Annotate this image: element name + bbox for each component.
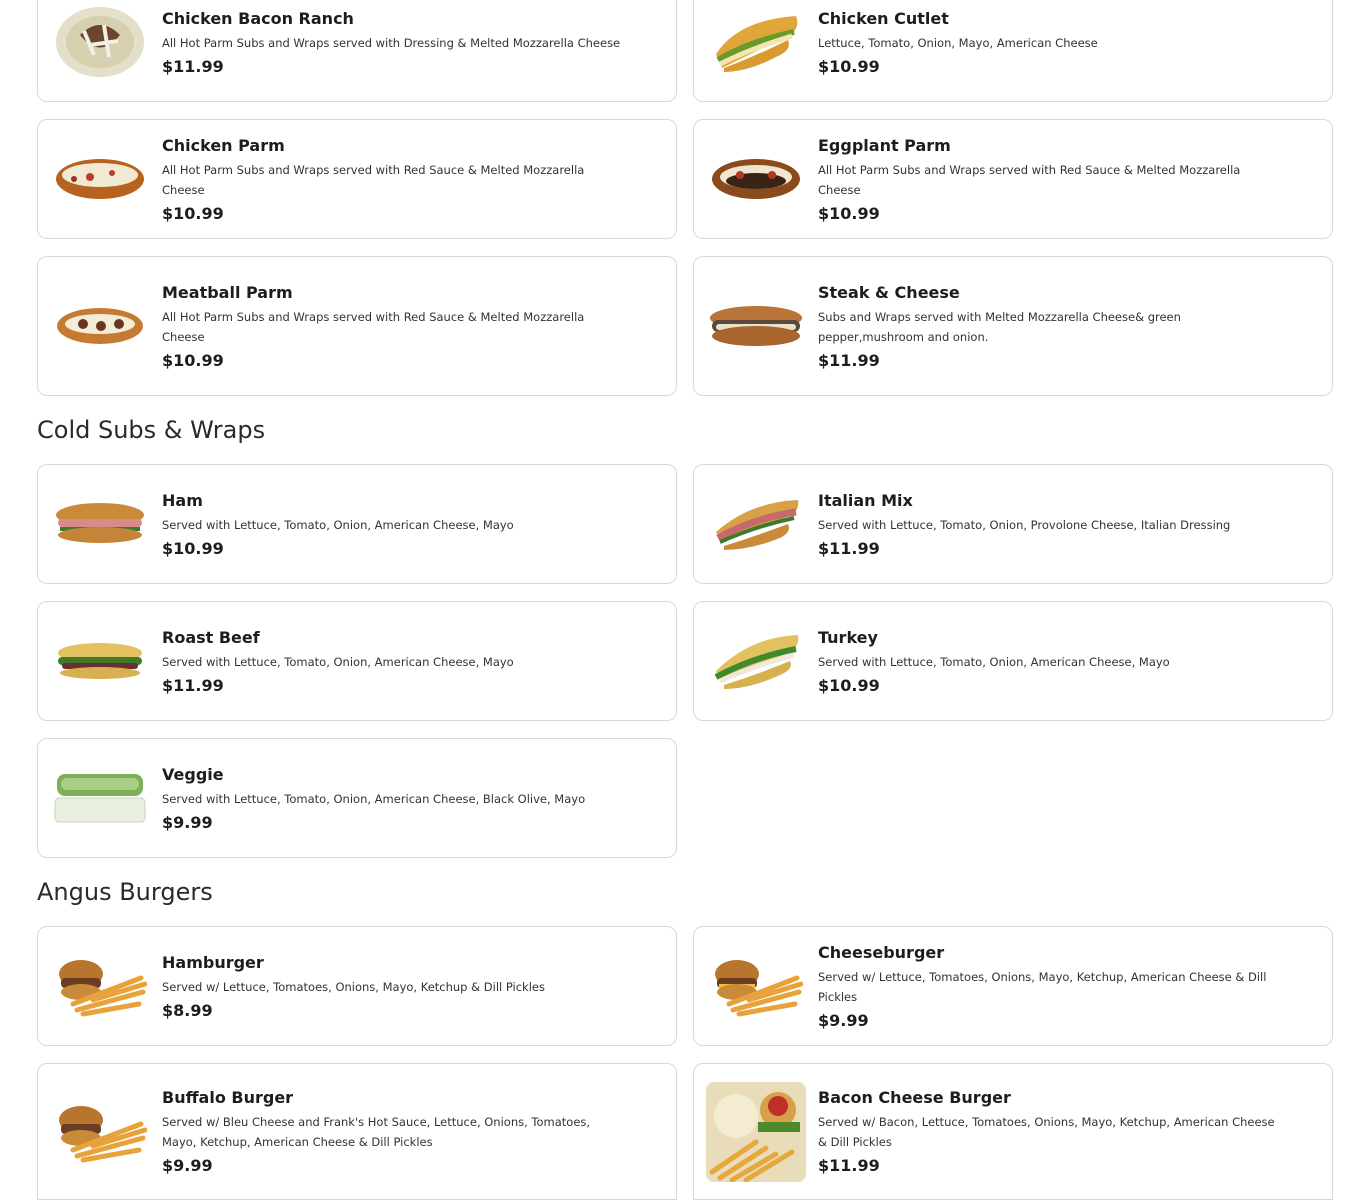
item-price: $10.99: [162, 538, 224, 558]
menu-page: Chicken Bacon Ranch All Hot Parm Subs an…: [37, 0, 1333, 1200]
item-description: Served w/ Bleu Cheese and Frank's Hot Sa…: [162, 1115, 591, 1149]
item-description: Served w/ Bacon, Lettuce, Tomatoes, Onio…: [818, 1115, 1275, 1149]
item-price: $10.99: [818, 56, 880, 76]
item-name: Roast Beef: [162, 627, 260, 647]
menu-item-card[interactable]: Eggplant Parm All Hot Parm Subs and Wrap…: [693, 119, 1333, 239]
item-name: Cheeseburger: [818, 942, 945, 962]
menu-item-card[interactable]: Chicken Cutlet Lettuce, Tomato, Onion, M…: [693, 0, 1333, 102]
cold-sub-icon: [50, 474, 150, 574]
item-description: Served with Lettuce, Tomato, Onion, Amer…: [162, 654, 514, 669]
item-name: Buffalo Burger: [162, 1088, 294, 1107]
item-price: $11.99: [162, 675, 224, 695]
item-price: $10.99: [818, 203, 880, 223]
menu-item-card[interactable]: Italian Mix Served with Lettuce, Tomato,…: [693, 464, 1333, 584]
sub-icon: [706, 0, 806, 92]
item-description: Lettuce, Tomato, Onion, Mayo, American C…: [818, 35, 1098, 50]
menu-item-card[interactable]: Veggie Served with Lettuce, Tomato, Onio…: [37, 738, 677, 858]
item-name: Turkey: [818, 627, 878, 647]
item-name: Chicken Cutlet: [818, 8, 949, 28]
item-name: Italian Mix: [818, 490, 913, 510]
burgers-grid: Hamburger Served w/ Lettuce, Tomatoes, O…: [37, 926, 1333, 1200]
hot-subs-grid: Chicken Bacon Ranch All Hot Parm Subs an…: [37, 0, 1333, 396]
item-description: Subs and Wraps served with Melted Mozzar…: [818, 309, 1181, 344]
item-price: $8.99: [162, 1000, 213, 1020]
item-name: Hamburger: [162, 952, 264, 972]
menu-item-card[interactable]: Buffalo Burger Served w/ Bleu Cheese and…: [37, 1063, 677, 1200]
item-price: $11.99: [162, 56, 224, 76]
menu-item-card[interactable]: Turkey Served with Lettuce, Tomato, Onio…: [693, 601, 1333, 721]
item-price: $10.99: [818, 675, 880, 695]
item-description: All Hot Parm Subs and Wraps served with …: [162, 162, 585, 197]
menu-item-card[interactable]: Chicken Parm All Hot Parm Subs and Wraps…: [37, 119, 677, 239]
item-price: $9.99: [818, 1010, 869, 1030]
item-price: $11.99: [818, 538, 880, 558]
cold-sub-icon: [706, 474, 806, 574]
parm-sub-icon: [706, 129, 806, 229]
item-name: Steak & Cheese: [818, 282, 960, 302]
item-name: Bacon Cheese Burger: [818, 1088, 1011, 1107]
menu-item-card[interactable]: Steak & Cheese Subs and Wraps served wit…: [693, 256, 1333, 396]
item-name: Meatball Parm: [162, 282, 293, 302]
item-price: $9.99: [162, 1156, 213, 1175]
parm-sub-icon: [50, 129, 150, 229]
menu-item-card[interactable]: Cheeseburger Served w/ Lettuce, Tomatoes…: [693, 926, 1333, 1046]
item-name: Ham: [162, 490, 203, 510]
item-description: Served with Lettuce, Tomato, Onion, Amer…: [162, 791, 586, 806]
cold-sub-icon: [706, 611, 806, 711]
item-price: $9.99: [162, 812, 213, 832]
wrap-icon: [50, 0, 150, 92]
item-price: $11.99: [818, 350, 880, 370]
veggie-sub-icon: [50, 748, 150, 848]
item-description: All Hot Parm Subs and Wraps served with …: [162, 309, 585, 344]
steak-sub-icon: [706, 276, 806, 376]
cold-subs-grid: Ham Served with Lettuce, Tomato, Onion, …: [37, 464, 1333, 858]
item-price: $10.99: [162, 350, 224, 370]
parm-sub-icon: [50, 276, 150, 376]
menu-item-card[interactable]: Roast Beef Served with Lettuce, Tomato, …: [37, 601, 677, 721]
burger-fries-icon: [50, 1082, 150, 1182]
item-name: Chicken Bacon Ranch: [162, 8, 354, 28]
item-description: Served w/ Lettuce, Tomatoes, Onions, May…: [162, 979, 545, 994]
item-description: Served w/ Lettuce, Tomatoes, Onions, May…: [818, 969, 1267, 1004]
section-title: Cold Subs & Wraps: [37, 416, 266, 444]
item-description: Served with Lettuce, Tomato, Onion, Prov…: [818, 517, 1231, 532]
menu-item-card[interactable]: Hamburger Served w/ Lettuce, Tomatoes, O…: [37, 926, 677, 1046]
item-description: Served with Lettuce, Tomato, Onion, Amer…: [818, 654, 1170, 669]
cold-sub-icon: [50, 611, 150, 711]
item-description: All Hot Parm Subs and Wraps served with …: [162, 35, 621, 50]
item-name: Eggplant Parm: [818, 135, 951, 155]
item-name: Veggie: [162, 764, 224, 784]
burger-plate-icon: [706, 1081, 806, 1182]
item-name: Chicken Parm: [162, 135, 285, 155]
section-title: Angus Burgers: [37, 878, 213, 906]
item-description: All Hot Parm Subs and Wraps served with …: [818, 162, 1241, 197]
burger-fries-icon: [706, 936, 806, 1036]
menu-item-card[interactable]: Chicken Bacon Ranch All Hot Parm Subs an…: [37, 0, 677, 102]
item-description: Served with Lettuce, Tomato, Onion, Amer…: [162, 517, 514, 532]
item-price: $11.99: [818, 1156, 880, 1175]
menu-item-card[interactable]: Bacon Cheese Burger Served w/ Bacon, Let…: [693, 1063, 1333, 1200]
menu-item-card[interactable]: Meatball Parm All Hot Parm Subs and Wrap…: [37, 256, 677, 396]
burger-fries-icon: [50, 936, 150, 1036]
menu-item-card[interactable]: Ham Served with Lettuce, Tomato, Onion, …: [37, 464, 677, 584]
item-price: $10.99: [162, 203, 224, 223]
